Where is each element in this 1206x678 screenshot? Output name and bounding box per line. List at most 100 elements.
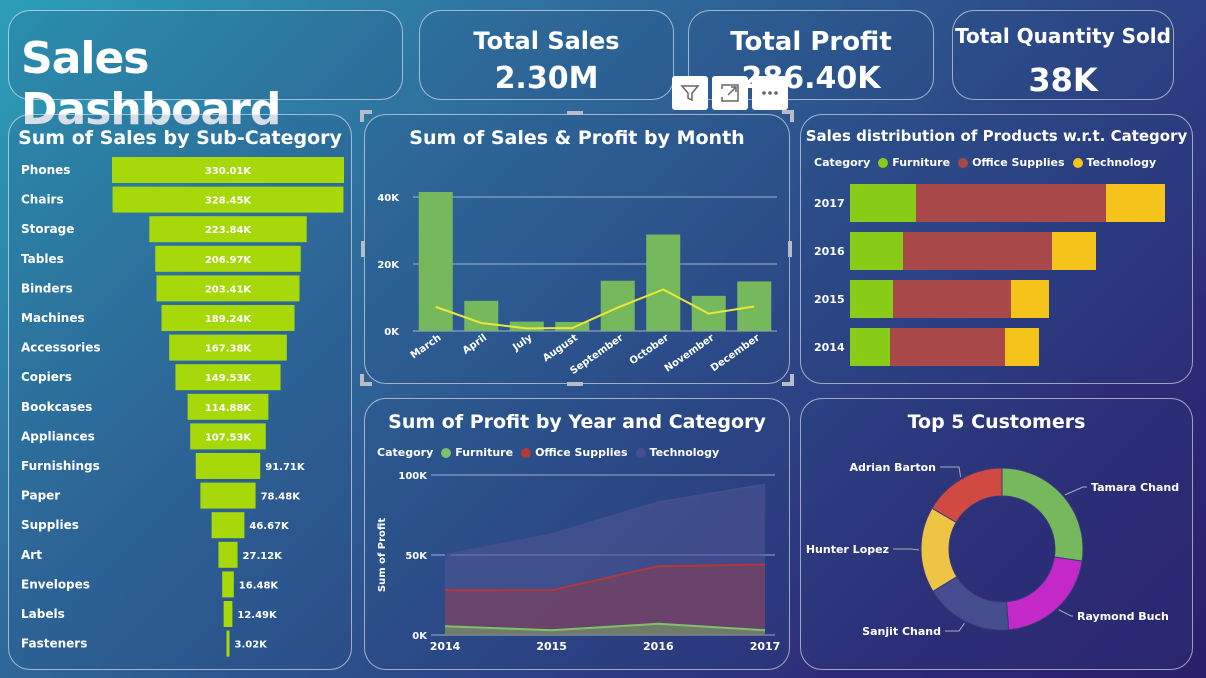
more-options-icon	[762, 91, 778, 95]
slice-label: Hunter Lopez	[806, 543, 889, 556]
funnel-bar	[200, 482, 256, 509]
data-label: 149.53K	[205, 373, 253, 384]
x-tick-label: 2017	[750, 640, 781, 653]
resize-handle[interactable]	[788, 241, 792, 257]
data-label: 27.12K	[243, 551, 284, 562]
stacked-segment	[1106, 184, 1165, 222]
stacked-segment	[850, 328, 890, 366]
year-label: 2014	[814, 341, 845, 354]
data-label: 78.48K	[261, 492, 302, 503]
category-label: Appliances	[21, 429, 95, 443]
subcategory-card: Sum of Sales by Sub-Category Phones 330.0…	[8, 114, 352, 670]
stacked-segment	[1052, 232, 1096, 270]
year-label: 2017	[814, 197, 845, 210]
filter-button[interactable]	[672, 76, 708, 110]
category-label: Tables	[21, 252, 64, 266]
x-tick-label: 2014	[430, 640, 461, 653]
kpi-total-quantity: Total Quantity Sold 38K	[952, 10, 1174, 100]
year-label: 2016	[814, 245, 845, 258]
stacked-segment	[890, 328, 1005, 366]
title-card: Sales Dashboard	[8, 10, 403, 135]
funnel-bar	[211, 512, 245, 539]
y-tick-label: 100K	[398, 471, 428, 482]
month-card[interactable]: Sum of Sales & Profit by Month 0K 20K 40K M…	[364, 114, 790, 384]
leader-line	[1058, 609, 1073, 617]
stacked-segment	[1005, 328, 1039, 366]
y-tick-label: 40K	[377, 193, 400, 204]
x-tick-label: October	[628, 332, 671, 367]
stacked-segment	[850, 280, 893, 318]
donut-slice	[931, 467, 1003, 524]
category-label: Envelopes	[21, 577, 90, 591]
stacked-segment	[916, 184, 1106, 222]
x-tick-label: August	[541, 332, 580, 364]
stacked-segment	[1011, 280, 1049, 318]
stacked-segment	[903, 232, 1052, 270]
profit-area-chart: 0K 50K 100K 2014 2015 2016 2017 Sum of Profit	[377, 471, 781, 653]
data-label: 328.45K	[205, 196, 253, 207]
data-label: 3.02K	[235, 640, 269, 651]
category-label: Fasteners	[21, 637, 87, 651]
data-label: 12.49K	[237, 610, 278, 621]
resize-handle[interactable]	[567, 111, 583, 115]
resize-handle[interactable]	[790, 110, 794, 122]
funnel-bar	[195, 453, 261, 479]
data-label: 91.71K	[265, 462, 306, 473]
kpi-label: Total Sales	[473, 27, 620, 55]
resize-handle[interactable]	[360, 110, 364, 122]
category-label: Supplies	[21, 518, 79, 532]
funnel-bar	[226, 630, 230, 657]
sales-bar	[646, 234, 681, 331]
sales-bar	[464, 300, 499, 331]
profit-card: Sum of Profit by Year and Category Categ…	[364, 398, 790, 670]
category-label: Furnishings	[21, 459, 100, 473]
donut-slice	[1005, 556, 1083, 631]
x-tick-label: November	[663, 332, 717, 374]
slice-label: Tamara Chand	[1091, 481, 1179, 494]
subcategory-funnel-chart: Phones 330.01K Chairs 328.45K Storage 223.84K…	[21, 157, 344, 657]
data-label: 167.38K	[205, 344, 253, 355]
sales-profit-month-chart: 0K20K40KMarch April July AugustSeptember Oct…	[377, 191, 777, 377]
more-options-button[interactable]	[752, 76, 788, 110]
funnel-bar	[218, 541, 238, 568]
category-label: Machines	[21, 311, 85, 325]
x-tick-label: 2016	[643, 640, 674, 653]
data-label: 330.01K	[205, 166, 253, 177]
kpi-label: Total Quantity Sold	[955, 24, 1171, 48]
resize-handle[interactable]	[567, 382, 583, 386]
data-label: 206.97K	[205, 255, 253, 266]
resize-handle[interactable]	[360, 374, 364, 386]
category-label: Art	[21, 548, 42, 562]
category-label: Accessories	[21, 341, 101, 355]
stacked-segment	[893, 280, 1011, 318]
category-card: Sales distribution of Products w.r.t. Ca…	[800, 114, 1193, 384]
customers-donut-chart: Tamara Chand Raymond Buch Sanjit Chand Hunt…	[806, 461, 1179, 638]
data-label: 107.53K	[205, 432, 253, 443]
donut-slice	[920, 507, 958, 593]
resize-handle[interactable]	[361, 241, 365, 257]
funnel-bar	[222, 571, 234, 598]
sales-bar	[600, 280, 635, 331]
resize-handle[interactable]	[790, 374, 794, 386]
category-label: Storage	[21, 222, 74, 236]
donut-slice	[1001, 467, 1084, 562]
category-label: Paper	[21, 489, 60, 503]
data-label: 114.88K	[205, 403, 253, 414]
leader-line	[1064, 486, 1087, 496]
kpi-value: 2.30M	[494, 61, 599, 96]
kpi-value: 38K	[1028, 61, 1098, 99]
kpi-label: Total Profit	[730, 27, 892, 57]
x-tick-label: 2015	[536, 640, 567, 653]
x-tick-label: December	[709, 332, 762, 374]
customers-card: Top 5 Customers Tamara Chand Raymond Buch…	[800, 398, 1193, 670]
category-label: Bookcases	[21, 400, 92, 414]
y-tick-label: 0K	[412, 631, 428, 642]
leader-line	[940, 466, 962, 478]
kpi-total-sales: Total Sales 2.30M	[419, 10, 674, 100]
focus-mode-button[interactable]	[712, 76, 748, 110]
category-label: Labels	[21, 607, 65, 621]
y-tick-label: 20K	[377, 260, 400, 271]
expand-icon	[721, 84, 739, 102]
sales-bar	[737, 281, 772, 331]
category-label: Chairs	[21, 193, 64, 207]
